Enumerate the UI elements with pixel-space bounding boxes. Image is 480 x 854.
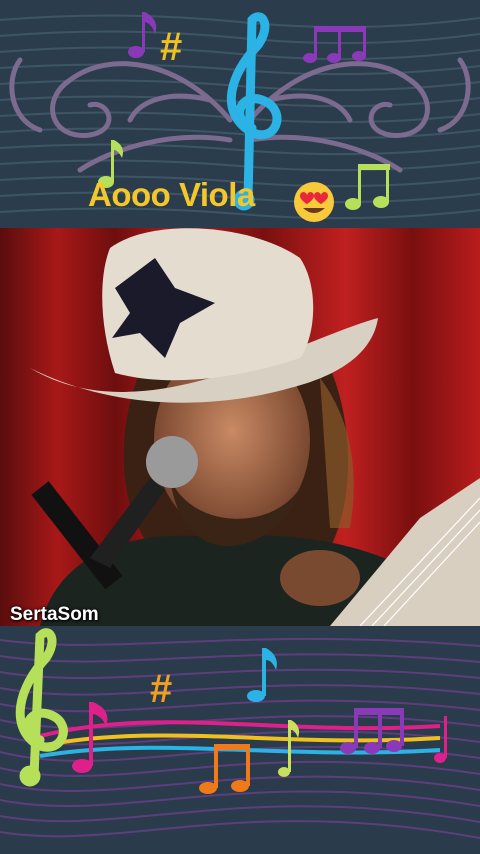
video-frame[interactable]	[0, 228, 480, 626]
channel-watermark: SertaSom	[10, 604, 99, 625]
bottom-decor-band: #	[0, 626, 480, 854]
heart-eyes-emoji-icon	[294, 182, 334, 222]
microphone	[146, 436, 198, 488]
beamed-notes-icon	[303, 26, 366, 63]
bottom-wave-pattern: #	[0, 628, 480, 839]
top-decor-band: # Aooo Viola	[0, 0, 480, 228]
eighth-note-icon	[128, 12, 157, 58]
caption-text: Aooo Viola	[88, 176, 255, 213]
sharp-icon: #	[160, 25, 182, 69]
hand	[280, 550, 360, 606]
sharp-icon: #	[150, 667, 172, 711]
performer-scene	[0, 228, 480, 626]
